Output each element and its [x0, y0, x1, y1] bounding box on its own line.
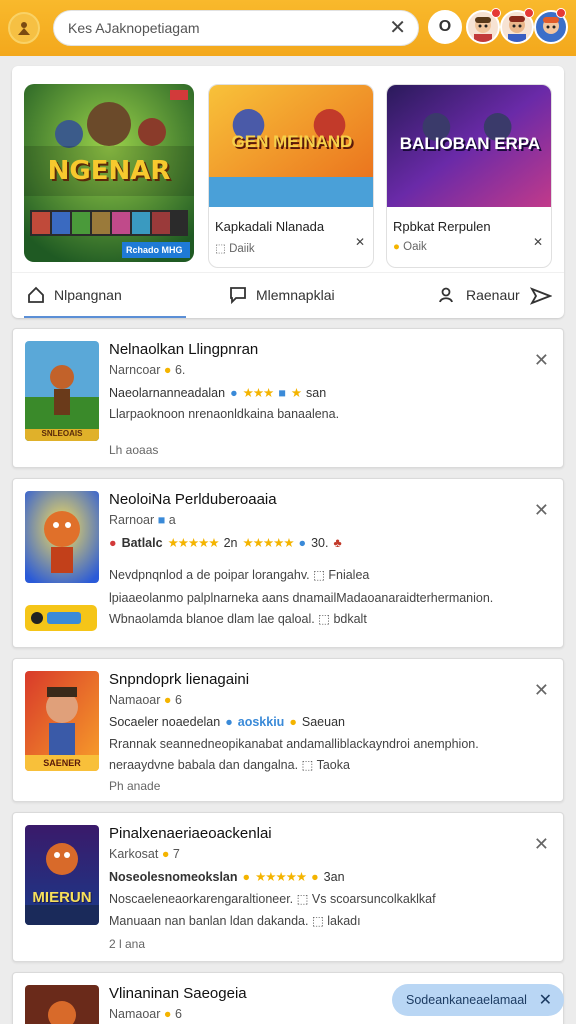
tab-label: Mlemnapklai [256, 287, 335, 303]
post-thumbnail [25, 985, 99, 1024]
post-meta: Naeolarnanneadalan ● ★★★ ■ ★ san [109, 385, 327, 401]
post-footer: 2 l ana [109, 937, 146, 951]
notification-badge [556, 8, 566, 18]
search-input[interactable]: Kes AJaknopetiagam ✕ [53, 10, 419, 46]
post-thumbnail [25, 491, 99, 583]
tab-label: Nlpangnan [54, 287, 122, 303]
post-title: Pinalxenaeriaeoackenlai [109, 825, 272, 842]
post-thumbnail: SAENER [25, 671, 99, 771]
home-icon [28, 286, 44, 303]
featured-card-subtitle: ● Oaik [393, 241, 427, 253]
dismiss-icon[interactable]: ✕ [355, 235, 365, 249]
feed-post[interactable]: NeoloiNa Perlduberoaaia Rarnoar ■ a ● Ba… [12, 478, 564, 648]
feed-post[interactable]: SNLEOAIS Nelnaolkan Llingpnran Narncoar … [12, 328, 564, 468]
featured-card-2[interactable]: GEN MEINAND Kapkadali Nlanada ⬚ Daiik ✕ [208, 84, 374, 268]
like-icon: ● [230, 385, 238, 400]
rating-stars: ★★★★★ [167, 536, 220, 550]
close-icon[interactable]: ✕ [539, 990, 552, 1010]
post-body: Wbnaolamda blanoe dlam lae qaloal. ⬚ bdk… [109, 612, 367, 626]
post-author: Narncoar ● 6. [109, 363, 186, 377]
post-body: Llarpaoknoon nrenaonldkaina banaalena. [109, 407, 340, 421]
post-meta: ● Batlalc ★★★★★ 2n ★★★★★ ● 30. ♣ [109, 535, 342, 551]
thumbnail-caption: SAENER [43, 758, 81, 768]
tab-messages[interactable]: Mlemnapklai [228, 285, 335, 305]
profile-icon [439, 287, 453, 303]
post-author: Namaoar ● 6 [109, 1007, 182, 1021]
post-footer: Ph anade [109, 779, 161, 793]
featured-art-title: BALIOBAN ERPA [399, 134, 541, 153]
post-sticker [25, 605, 97, 631]
thumbnail-caption: SNLEOAIS [41, 429, 83, 438]
tab-bar: Nlpangnan Mlemnapklai Raenaur [12, 272, 564, 318]
feed-post[interactable]: SAENER Snpndoprk lienagaini Namaoar ● 6 … [12, 658, 564, 802]
rating-stars: ★★★★★ [242, 536, 295, 550]
top-app-bar: Kes AJaknopetiagam ✕ O [0, 0, 576, 56]
active-tab-indicator [24, 316, 186, 318]
close-icon[interactable]: ✕ [534, 835, 549, 853]
post-body: lpiaaeolanmo palplnarneka aans dnamailMa… [109, 591, 494, 605]
app-logo-icon[interactable] [8, 12, 40, 44]
profile-avatar-button[interactable]: O [428, 10, 462, 44]
snackbar-label: Sodeankaneaelamaal [406, 993, 527, 1007]
featured-card-title: Rpbkat Rerpulen [393, 219, 491, 234]
snackbar[interactable]: Sodeankaneaelamaal ✕ [392, 984, 564, 1016]
post-meta: Noseolesnomeokslan ● ★★★★★ ● 3an [109, 869, 345, 885]
chat-icon: ■ [278, 385, 286, 400]
post-author: Rarnoar ■ a [109, 513, 176, 527]
featured-art-subtitle: Rchado MHG [126, 245, 183, 255]
post-thumbnail: SNLEOAIS [25, 341, 99, 441]
post-body: Rrannak seannedneopikanabat andamallibla… [109, 737, 479, 751]
featured-section: NGENAR Rchado MHG GEN MEINAND Kapkadali … [12, 66, 564, 318]
feed-post[interactable]: MIERUN Pinalxenaeriaeoackenlai Karkosat … [12, 812, 564, 962]
chat-icon [230, 287, 246, 305]
featured-card-title: Kapkadali Nlanada [215, 219, 325, 234]
notification-badge [524, 8, 534, 18]
tab-home[interactable]: Nlpangnan [26, 285, 122, 305]
featured-card-subtitle: ⬚ Daiik [215, 243, 255, 255]
dismiss-icon[interactable]: ✕ [533, 235, 543, 249]
post-author: Karkosat ● 7 [109, 847, 180, 861]
notification-badge [491, 8, 501, 18]
clear-search-icon[interactable]: ✕ [389, 17, 406, 39]
post-author: Namaoar ● 6 [109, 693, 182, 707]
featured-card-main[interactable]: NGENAR Rchado MHG [24, 84, 194, 262]
tab-community[interactable]: Raenaur [438, 285, 520, 305]
avatar-initial: O [438, 18, 452, 35]
post-body: neraaydvne babala dan dangalna. ⬚ Taoka [109, 758, 350, 772]
post-title: NeoloiNa Perlduberoaaia [109, 491, 277, 508]
post-meta: Socaeler noaedelan ● aoskkiu ● Saeuan [109, 715, 345, 729]
thumbnail-caption: MIERUN [32, 889, 92, 906]
search-value: Kes AJaknopetiagam [68, 20, 200, 36]
close-icon[interactable]: ✕ [534, 681, 549, 699]
rating-stars: ★★★★★ [255, 870, 307, 884]
featured-card-3[interactable]: BALIOBAN ERPA Rpbkat Rerpulen ● Oaik ✕ [386, 84, 552, 268]
post-thumbnail: MIERUN [25, 825, 99, 925]
featured-art-title: GEN MEINAND [231, 132, 353, 151]
post-title: Snpndoprk lienagaini [109, 671, 250, 688]
send-icon[interactable] [529, 286, 553, 311]
close-icon[interactable]: ✕ [534, 351, 549, 369]
tab-label: Raenaur [466, 287, 520, 303]
close-icon[interactable]: ✕ [534, 501, 549, 519]
post-body: Noscaeleneaorkarengaraltioneer. ⬚ Vs sco… [109, 892, 436, 906]
post-body: Nevdpnqnlod a de poipar lorangahv. ⬚ Fni… [109, 568, 370, 582]
post-title: Vlinaninan Saeogeia [109, 985, 247, 1002]
featured-art-title: NGENAR [47, 156, 171, 186]
post-footer: Lh aoaas [109, 443, 159, 457]
post-title: Nelnaolkan Llingpnran [109, 341, 259, 358]
post-body: Manuaan nan banlan ldan dakanda. ⬚ lakad… [109, 914, 361, 928]
rating-stars: ★★★ [242, 386, 275, 400]
